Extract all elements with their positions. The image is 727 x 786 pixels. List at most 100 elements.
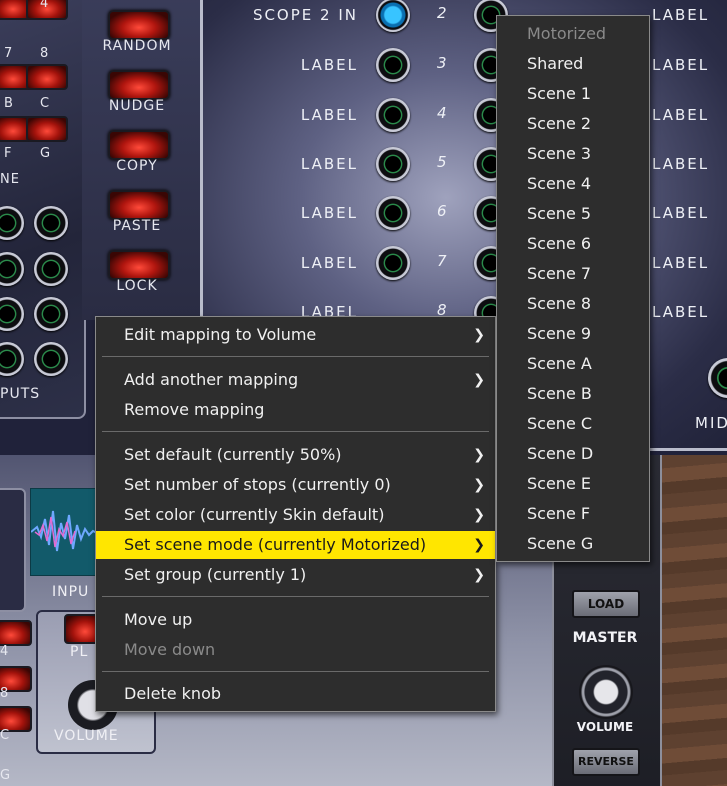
- output-jack[interactable]: [34, 252, 68, 286]
- submenu-item-scene-b[interactable]: Scene B: [527, 379, 592, 409]
- output-jack[interactable]: [34, 342, 68, 376]
- play-label: PL: [70, 644, 89, 660]
- load-button[interactable]: LOAD: [572, 590, 640, 618]
- partial-label: NE: [0, 172, 20, 187]
- random-label: RANDOM: [102, 38, 172, 54]
- menu-item-delete-knob[interactable]: Delete knob: [96, 680, 495, 708]
- pad-label: B: [4, 96, 13, 111]
- input-volume-label: VOLUME: [54, 728, 119, 744]
- scope-right-label: LABEL: [652, 6, 710, 24]
- submenu-item-scene-8[interactable]: Scene 8: [527, 289, 591, 319]
- submenu-item-shared[interactable]: Shared: [527, 49, 583, 79]
- menu-item-set-default[interactable]: Set default (currently 50%) ❯: [96, 441, 495, 469]
- menu-item-label: Move down: [124, 640, 216, 659]
- submenu-item-scene-1[interactable]: Scene 1: [527, 79, 591, 109]
- scope-row-number: 6: [437, 202, 447, 220]
- scope-right-label: LABEL: [652, 254, 710, 272]
- outputs-label: PUTS: [0, 386, 41, 402]
- scope-row-label: LABEL: [300, 106, 358, 124]
- scope-jack[interactable]: [376, 196, 410, 230]
- scope-jack[interactable]: [376, 246, 410, 280]
- context-menu: Edit mapping to Volume ❯ Add another map…: [95, 316, 496, 712]
- menu-item-label: Delete knob: [124, 684, 222, 703]
- output-jack[interactable]: [34, 297, 68, 331]
- bottom-left-strip: [0, 488, 26, 612]
- menu-item-set-scene-mode[interactable]: Set scene mode (currently Motorized) ❯: [96, 531, 495, 559]
- submenu-item-scene-f[interactable]: Scene F: [527, 499, 590, 529]
- submenu-item-scene-c[interactable]: Scene C: [527, 409, 592, 439]
- lock-button[interactable]: [108, 250, 170, 280]
- menu-item-add-mapping[interactable]: Add another mapping ❯: [96, 366, 495, 394]
- menu-item-label: Remove mapping: [124, 400, 265, 419]
- chevron-right-icon: ❯: [473, 567, 485, 583]
- pad-button[interactable]: [26, 116, 68, 142]
- pad-label: 4: [40, 0, 49, 11]
- pad-button[interactable]: [26, 64, 68, 90]
- submenu-item-scene-e[interactable]: Scene E: [527, 469, 591, 499]
- scene-mode-submenu: Motorized Shared Scene 1 Scene 2 Scene 3…: [496, 15, 650, 562]
- submenu-item-scene-6[interactable]: Scene 6: [527, 229, 591, 259]
- submenu-item-scene-7[interactable]: Scene 7: [527, 259, 591, 289]
- pad-label: C: [0, 728, 10, 743]
- copy-button[interactable]: [108, 130, 170, 160]
- submenu-item-scene-4[interactable]: Scene 4: [527, 169, 591, 199]
- menu-item-move-down: Move down: [96, 636, 495, 664]
- scope-row-label: LABEL: [300, 204, 358, 222]
- menu-item-label: Add another mapping: [124, 370, 299, 389]
- paste-button[interactable]: [108, 190, 170, 220]
- pad-label: F: [4, 146, 12, 161]
- submenu-item-scene-g[interactable]: Scene G: [527, 529, 593, 559]
- menu-separator: [102, 431, 489, 432]
- scope-jack[interactable]: [376, 147, 410, 181]
- chevron-right-icon: ❯: [473, 327, 485, 343]
- chevron-right-icon: ❯: [473, 507, 485, 523]
- submenu-item-scene-9[interactable]: Scene 9: [527, 319, 591, 349]
- submenu-item-scene-3[interactable]: Scene 3: [527, 139, 591, 169]
- submenu-item-scene-5[interactable]: Scene 5: [527, 199, 591, 229]
- menu-item-remove-mapping[interactable]: Remove mapping: [96, 396, 495, 424]
- pad-label: G: [40, 146, 51, 161]
- lock-label: LOCK: [116, 278, 158, 294]
- menu-item-label: Set default (currently 50%): [124, 445, 342, 464]
- menu-item-set-group[interactable]: Set group (currently 1) ❯: [96, 561, 495, 589]
- scope-row-number: 5: [437, 153, 447, 171]
- pad-button[interactable]: [0, 620, 32, 646]
- menu-separator: [102, 596, 489, 597]
- menu-item-edit-mapping[interactable]: Edit mapping to Volume ❯: [96, 321, 495, 349]
- menu-item-label: Set scene mode (currently Motorized): [124, 535, 427, 554]
- mid-label: MID: [695, 414, 727, 432]
- pad-label: C: [40, 96, 50, 111]
- menu-separator: [102, 671, 489, 672]
- random-button[interactable]: [108, 10, 170, 40]
- nudge-label: NUDGE: [108, 98, 166, 114]
- master-volume-knob[interactable]: [579, 665, 633, 719]
- chevron-right-icon: ❯: [473, 477, 485, 493]
- scope-row-label: LABEL: [300, 254, 358, 272]
- scope-right-label: LABEL: [652, 106, 710, 124]
- copy-label: COPY: [116, 158, 158, 174]
- scope-jack[interactable]: [376, 98, 410, 132]
- scope-row-number: 4: [437, 104, 447, 122]
- scope-jack[interactable]: [376, 48, 410, 82]
- reverse-button[interactable]: REVERSE: [572, 748, 640, 776]
- submenu-item-motorized: Motorized: [527, 24, 607, 43]
- master-title: MASTER: [572, 630, 638, 646]
- submenu-item-scene-a[interactable]: Scene A: [527, 349, 592, 379]
- scope-row-label: LABEL: [300, 155, 358, 173]
- menu-item-label: Set number of stops (currently 0): [124, 475, 391, 494]
- menu-item-set-stops[interactable]: Set number of stops (currently 0) ❯: [96, 471, 495, 499]
- scope-right-label: LABEL: [652, 155, 710, 173]
- menu-item-label: Set group (currently 1): [124, 565, 307, 584]
- chevron-right-icon: ❯: [473, 372, 485, 388]
- menu-item-move-up[interactable]: Move up: [96, 606, 495, 634]
- waveform-display: [30, 488, 104, 576]
- submenu-item-scene-2[interactable]: Scene 2: [527, 109, 591, 139]
- menu-item-set-color[interactable]: Set color (currently Skin default) ❯: [96, 501, 495, 529]
- menu-item-label: Move up: [124, 610, 193, 629]
- submenu-item-scene-d[interactable]: Scene D: [527, 439, 593, 469]
- nudge-button[interactable]: [108, 70, 170, 100]
- output-jack[interactable]: [34, 206, 68, 240]
- pad-label: G: [0, 768, 11, 783]
- scope-row-number: 7: [437, 252, 447, 270]
- chevron-right-icon: ❯: [473, 537, 485, 553]
